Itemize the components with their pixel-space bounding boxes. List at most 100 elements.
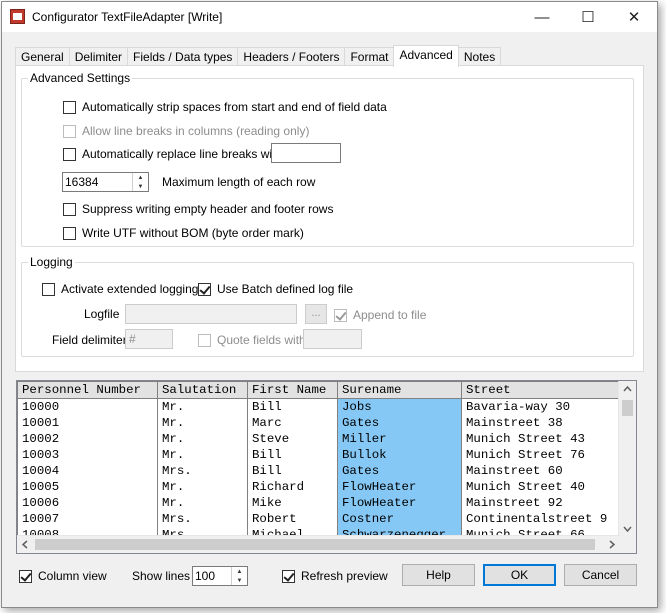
scroll-left-icon[interactable]: [21, 540, 28, 549]
max-row-length-spinner[interactable]: 16384 ▲ ▼: [62, 172, 149, 192]
scroll-down-icon[interactable]: [623, 526, 632, 533]
batch-log-file-option[interactable]: Use Batch defined log file: [198, 282, 353, 296]
extended-logging-label: Activate extended logging: [61, 282, 199, 296]
preview-table: Personnel Number Salutation First Name S…: [17, 381, 622, 543]
app-icon: [10, 9, 25, 24]
table-cell: 10006: [17, 495, 158, 511]
show-lines-row: Show lines: [132, 569, 190, 583]
table-cell: Mainstreet 92: [461, 495, 622, 511]
tab-headers-footers[interactable]: Headers / Footers: [237, 47, 346, 66]
suppress-empty-rows-option[interactable]: Suppress writing empty header and footer…: [63, 202, 333, 216]
column-view-option[interactable]: Column view: [19, 569, 107, 583]
append-to-file-label: Append to file: [353, 308, 427, 322]
replace-line-breaks-input[interactable]: [271, 143, 341, 163]
field-delimiter-row: Field delimiter: [52, 333, 127, 347]
close-button[interactable]: ✕: [611, 2, 657, 32]
ok-button[interactable]: OK: [483, 564, 556, 586]
field-delimiter-input[interactable]: #: [125, 329, 173, 349]
tab-delimiter[interactable]: Delimiter: [68, 47, 129, 66]
line-breaks-option[interactable]: Allow line breaks in columns (reading on…: [63, 124, 309, 138]
tab-fields-data-types[interactable]: Fields / Data types: [127, 47, 239, 66]
table-cell: Mike: [247, 495, 338, 511]
table-row[interactable]: 10000 Mr. Bill Jobs Bavaria-way 30: [17, 398, 622, 415]
strip-spaces-option[interactable]: Automatically strip spaces from start an…: [63, 100, 387, 114]
table-row[interactable]: 10002 Mr. Steve Miller Munich Street 43: [17, 431, 622, 447]
table-row[interactable]: 10006 Mr. Mike FlowHeater Mainstreet 92: [17, 495, 622, 511]
scrollbar-corner: [619, 536, 636, 553]
tab-format[interactable]: Format: [344, 47, 395, 66]
tab-notes[interactable]: Notes: [457, 47, 502, 66]
quote-fields-checkbox[interactable]: [198, 333, 211, 347]
maximize-button[interactable]: ☐: [565, 2, 611, 32]
extended-logging-checkbox[interactable]: [42, 282, 55, 296]
suppress-empty-rows-checkbox[interactable]: [63, 202, 76, 216]
table-cell: Munich Street 40: [461, 479, 622, 495]
help-button[interactable]: Help: [402, 564, 475, 586]
table-cell: Steve: [247, 431, 338, 447]
table-cell: Mrs.: [157, 463, 248, 479]
show-lines-label: Show lines: [132, 569, 191, 583]
append-to-file-checkbox[interactable]: [334, 308, 347, 322]
spin-down-icon[interactable]: ▼: [232, 576, 247, 585]
horizontal-scroll-thumb[interactable]: [35, 539, 595, 550]
show-lines-spinner[interactable]: 100 ▲ ▼: [192, 566, 248, 586]
scroll-right-icon[interactable]: [609, 540, 616, 549]
refresh-preview-checkbox[interactable]: [282, 569, 295, 583]
table-row[interactable]: 10004 Mrs. Bill Gates Mainstreet 60: [17, 463, 622, 479]
strip-spaces-checkbox[interactable]: [63, 100, 76, 114]
cancel-button[interactable]: Cancel: [564, 564, 637, 586]
logfile-row: Logfile: [84, 307, 119, 321]
table-row[interactable]: 10003 Mr. Bill Bullok Munich Street 76: [17, 447, 622, 463]
logfile-input[interactable]: [125, 304, 297, 324]
tab-advanced[interactable]: Advanced: [393, 45, 459, 67]
spin-down-icon[interactable]: ▼: [133, 182, 148, 191]
table-row[interactable]: 10007 Mrs. Robert Costner Continentalstreet …: [17, 511, 622, 527]
column-view-label: Column view: [38, 569, 107, 583]
max-row-length-row: Maximum length of each row: [162, 175, 315, 189]
horizontal-scrollbar[interactable]: [17, 535, 620, 553]
column-view-checkbox[interactable]: [19, 569, 32, 583]
table-cell: Gates: [337, 415, 462, 431]
configurator-window: Configurator TextFileAdapter [Write] — ☐…: [1, 1, 658, 608]
extended-logging-option[interactable]: Activate extended logging: [42, 282, 198, 296]
table-row[interactable]: 10001 Mr. Marc Gates Mainstreet 38: [17, 415, 622, 431]
quote-fields-option[interactable]: Quote fields with: [198, 333, 306, 347]
max-row-length-value[interactable]: 16384: [65, 175, 98, 189]
show-lines-value[interactable]: 100: [195, 569, 215, 583]
quote-fields-input[interactable]: [303, 329, 362, 349]
vertical-scroll-thumb[interactable]: [622, 400, 633, 416]
vertical-scrollbar[interactable]: [618, 381, 636, 537]
column-header[interactable]: Salutation: [157, 381, 248, 399]
table-cell: 10007: [17, 511, 158, 527]
preview-grid[interactable]: Personnel Number Salutation First Name S…: [16, 380, 637, 554]
horizontal-scrollbar-graphic: [21, 539, 616, 550]
refresh-preview-option[interactable]: Refresh preview: [282, 569, 388, 583]
max-row-length-label: Maximum length of each row: [162, 175, 316, 189]
column-header[interactable]: First Name: [247, 381, 338, 399]
spin-up-icon[interactable]: ▲: [133, 173, 148, 182]
utf-without-bom-option[interactable]: Write UTF without BOM (byte order mark): [63, 226, 304, 240]
show-lines-arrows[interactable]: ▲ ▼: [231, 567, 247, 585]
line-breaks-checkbox[interactable]: [63, 124, 76, 138]
batch-log-file-checkbox[interactable]: [198, 282, 211, 296]
replace-line-breaks-option[interactable]: Automatically replace line breaks with: [63, 147, 282, 161]
browse-logfile-button[interactable]: ...: [305, 304, 327, 324]
spin-up-icon[interactable]: ▲: [232, 567, 247, 576]
tab-general[interactable]: General: [15, 47, 70, 66]
column-header[interactable]: Street: [461, 381, 622, 399]
table-row[interactable]: 10005 Mr. Richard FlowHeater Munich Street 4…: [17, 479, 622, 495]
utf-without-bom-checkbox[interactable]: [63, 226, 76, 240]
advanced-settings-title: Advanced Settings: [28, 71, 133, 85]
table-cell: Mr.: [157, 431, 248, 447]
scroll-up-icon[interactable]: [623, 385, 632, 392]
replace-line-breaks-checkbox[interactable]: [63, 147, 76, 161]
window-title: Configurator TextFileAdapter [Write]: [32, 10, 223, 24]
minimize-button[interactable]: —: [519, 2, 565, 32]
spinner-arrows[interactable]: ▲ ▼: [132, 173, 148, 191]
append-to-file-option[interactable]: Append to file: [334, 308, 426, 322]
column-header[interactable]: Personnel Number: [17, 381, 158, 399]
table-cell: 10003: [17, 447, 158, 463]
table-cell: Miller: [337, 431, 462, 447]
table-cell: Bill: [247, 447, 338, 463]
column-header[interactable]: Surename: [337, 381, 462, 399]
